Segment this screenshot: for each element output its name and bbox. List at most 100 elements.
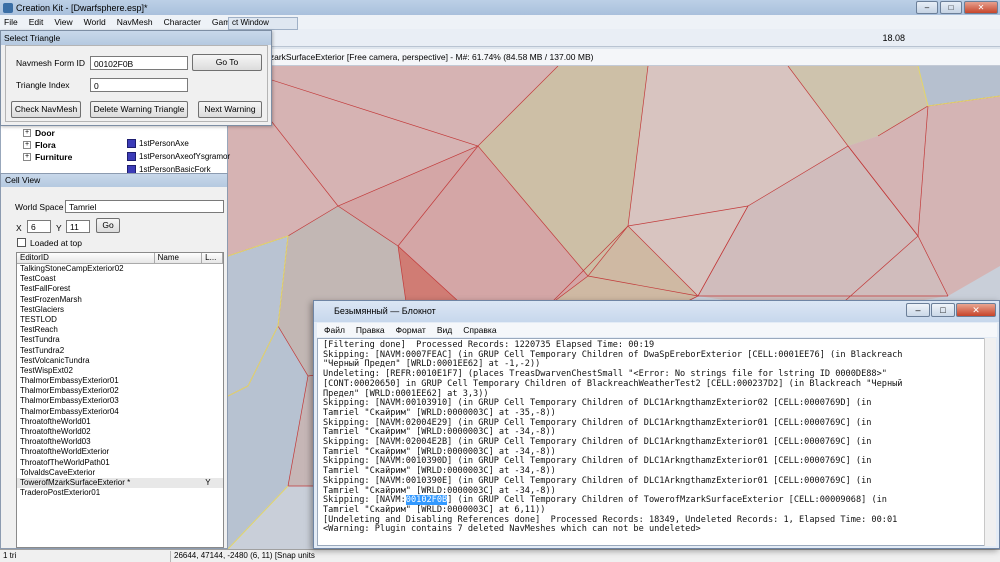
menu-file[interactable]: Файл xyxy=(324,325,345,335)
menu-world[interactable]: World xyxy=(84,17,106,27)
cell-loaded-flag xyxy=(202,274,223,284)
cell-name xyxy=(155,366,203,376)
cell-loaded-flag xyxy=(202,386,223,396)
cell-name xyxy=(155,458,203,468)
notepad-scrollbar[interactable] xyxy=(984,338,996,546)
cell-name xyxy=(155,407,203,417)
menu-navmesh[interactable]: NavMesh xyxy=(117,17,153,27)
maximize-button[interactable]: □ xyxy=(940,1,962,14)
cell-row[interactable]: TestCoast xyxy=(17,274,223,284)
check-navmesh-button[interactable]: Check NavMesh xyxy=(11,101,81,118)
go-to-button[interactable]: Go To xyxy=(192,54,262,71)
object-row[interactable]: 1stPersonAxeofYsgramor xyxy=(127,152,230,161)
app-title: Creation Kit - [Dwarfsphere.esp]* xyxy=(16,2,148,13)
cell-row[interactable]: TestTundra2 xyxy=(17,346,223,356)
cell-name xyxy=(155,396,203,406)
cell-row[interactable]: ThroatoftheWorld01 xyxy=(17,417,223,427)
cell-row[interactable]: TalkingStoneCampExterior02 xyxy=(17,264,223,274)
menu-format[interactable]: Формат xyxy=(396,325,426,335)
maximize-button[interactable]: □ xyxy=(931,303,955,317)
notepad-window-controls: – □ ✕ xyxy=(906,303,996,317)
cell-row[interactable]: TraderoPostExterior01 xyxy=(17,488,223,498)
object-row[interactable]: 1stPersonAxe xyxy=(127,139,189,148)
status-selection: 1 tri xyxy=(3,551,17,560)
cell-row[interactable]: TestTundra xyxy=(17,335,223,345)
next-warning-button[interactable]: Next Warning xyxy=(198,101,262,118)
cell-name xyxy=(155,417,203,427)
cell-row[interactable]: ThalmorEmbassyExterior01 xyxy=(17,376,223,386)
cell-loaded-flag xyxy=(202,407,223,417)
menu-view[interactable]: View xyxy=(54,17,72,27)
notepad-menubar: Файл Правка Формат Вид Справка xyxy=(317,323,997,337)
menu-edit[interactable]: Edit xyxy=(29,17,44,27)
cell-loaded-flag xyxy=(202,335,223,345)
cell-editorid: TolvaldsCaveExterior xyxy=(20,467,96,477)
navmesh-form-id-field[interactable]: 00102F0B xyxy=(90,56,188,70)
weapon-icon xyxy=(127,152,136,161)
log-tail-lines: Tamriel "Скайрим" [WRLD:0000003C] at 6,1… xyxy=(323,505,985,535)
cell-row[interactable]: TestGlaciers xyxy=(17,305,223,315)
column-editorid[interactable]: EditorID xyxy=(17,253,155,263)
minimize-button[interactable]: – xyxy=(906,303,930,317)
expand-icon[interactable]: + xyxy=(23,129,31,137)
triangle-index-field[interactable]: 0 xyxy=(90,78,188,92)
cell-row[interactable]: TowerofMzarkSurfaceExterior * Y xyxy=(17,477,223,489)
expand-icon[interactable]: + xyxy=(23,141,31,149)
cell-loaded-flag: Y xyxy=(205,477,211,487)
cell-editorid: ThalmorEmbassyExterior03 xyxy=(20,396,119,406)
close-button[interactable]: ✕ xyxy=(964,1,998,14)
tree-item-flora[interactable]: + Flora xyxy=(23,140,56,150)
cell-row[interactable]: TestWispExt02 xyxy=(17,366,223,376)
delete-warning-triangle-button[interactable]: Delete Warning Triangle xyxy=(90,101,188,118)
world-space-select[interactable]: Tamriel xyxy=(65,200,224,213)
column-loaded[interactable]: L... xyxy=(202,253,223,263)
cell-row[interactable]: TolvaldsCaveExterior xyxy=(17,468,223,478)
menu-edit[interactable]: Правка xyxy=(356,325,385,335)
cell-row[interactable]: ThroatoftheWorld02 xyxy=(17,427,223,437)
cell-editorid: ThroatoftheWorld02 xyxy=(20,427,91,436)
cell-editorid: TestFallForest xyxy=(20,284,71,294)
cell-row[interactable]: ThalmorEmbassyExterior03 xyxy=(17,396,223,406)
x-coordinate-field[interactable]: 6 xyxy=(27,220,51,233)
object-window-tab[interactable]: ct Window xyxy=(228,17,298,30)
cell-row[interactable]: ThalmorEmbassyExterior02 xyxy=(17,386,223,396)
tree-item-label: Door xyxy=(35,128,55,138)
cell-editorid: TowerofMzarkSurfaceExterior * xyxy=(20,477,131,487)
cell-row[interactable]: TestFallForest xyxy=(17,284,223,294)
cell-editorid: ThalmorEmbassyExterior01 xyxy=(20,376,119,386)
cell-row[interactable]: ThroatofTheWorldPath01 xyxy=(17,458,223,468)
cell-list-rows: TalkingStoneCampExterior02 TestCoast TestF… xyxy=(17,264,223,498)
cell-editorid: TraderoPostExterior01 xyxy=(20,488,101,498)
cell-row[interactable]: TestFrozenMarsh xyxy=(17,295,223,305)
menu-file[interactable]: File xyxy=(4,17,18,27)
cell-loaded-flag xyxy=(202,488,223,498)
cell-list: EditorID Name L... TalkingStoneCampExter… xyxy=(16,252,224,548)
close-button[interactable]: ✕ xyxy=(956,303,996,317)
column-name[interactable]: Name xyxy=(155,253,203,263)
object-name: 1stPersonAxeofYsgramor xyxy=(139,152,231,161)
notepad-text-area[interactable]: [Filtering done] Processed Records: 1220… xyxy=(317,338,986,546)
tree-item-door[interactable]: + Door xyxy=(23,128,55,138)
window-controls: – □ ✕ xyxy=(916,1,998,14)
cell-loaded-flag xyxy=(202,417,223,427)
cell-editorid: ThroatoftheWorld03 xyxy=(20,437,91,447)
cell-row[interactable]: ThalmorEmbassyExterior04 xyxy=(17,407,223,417)
y-coordinate-field[interactable]: 11 xyxy=(66,220,90,233)
menu-view[interactable]: Вид xyxy=(437,325,452,335)
cell-row[interactable]: ThroatoftheWorldExterior xyxy=(17,447,223,457)
expand-icon[interactable]: + xyxy=(23,153,31,161)
cell-row[interactable]: ThroatoftheWorld03 xyxy=(17,437,223,447)
cell-editorid: TestWispExt02 xyxy=(20,365,73,375)
log-lines: [Filtering done] Processed Records: 1220… xyxy=(323,340,985,496)
menu-help[interactable]: Справка xyxy=(463,325,496,335)
cell-row[interactable]: TestVolcanicTundra xyxy=(17,356,223,366)
cell-row[interactable]: TESTLOD xyxy=(17,315,223,325)
minimize-button[interactable]: – xyxy=(916,1,938,14)
cell-row[interactable]: TestReach xyxy=(17,325,223,335)
go-button[interactable]: Go xyxy=(96,218,120,233)
loaded-at-top-checkbox[interactable] xyxy=(17,238,26,247)
cell-loaded-flag xyxy=(202,264,223,274)
menu-character[interactable]: Character xyxy=(164,17,201,27)
tree-item-furniture[interactable]: + Furniture xyxy=(23,152,72,162)
tree-item-label: Flora xyxy=(35,140,56,150)
